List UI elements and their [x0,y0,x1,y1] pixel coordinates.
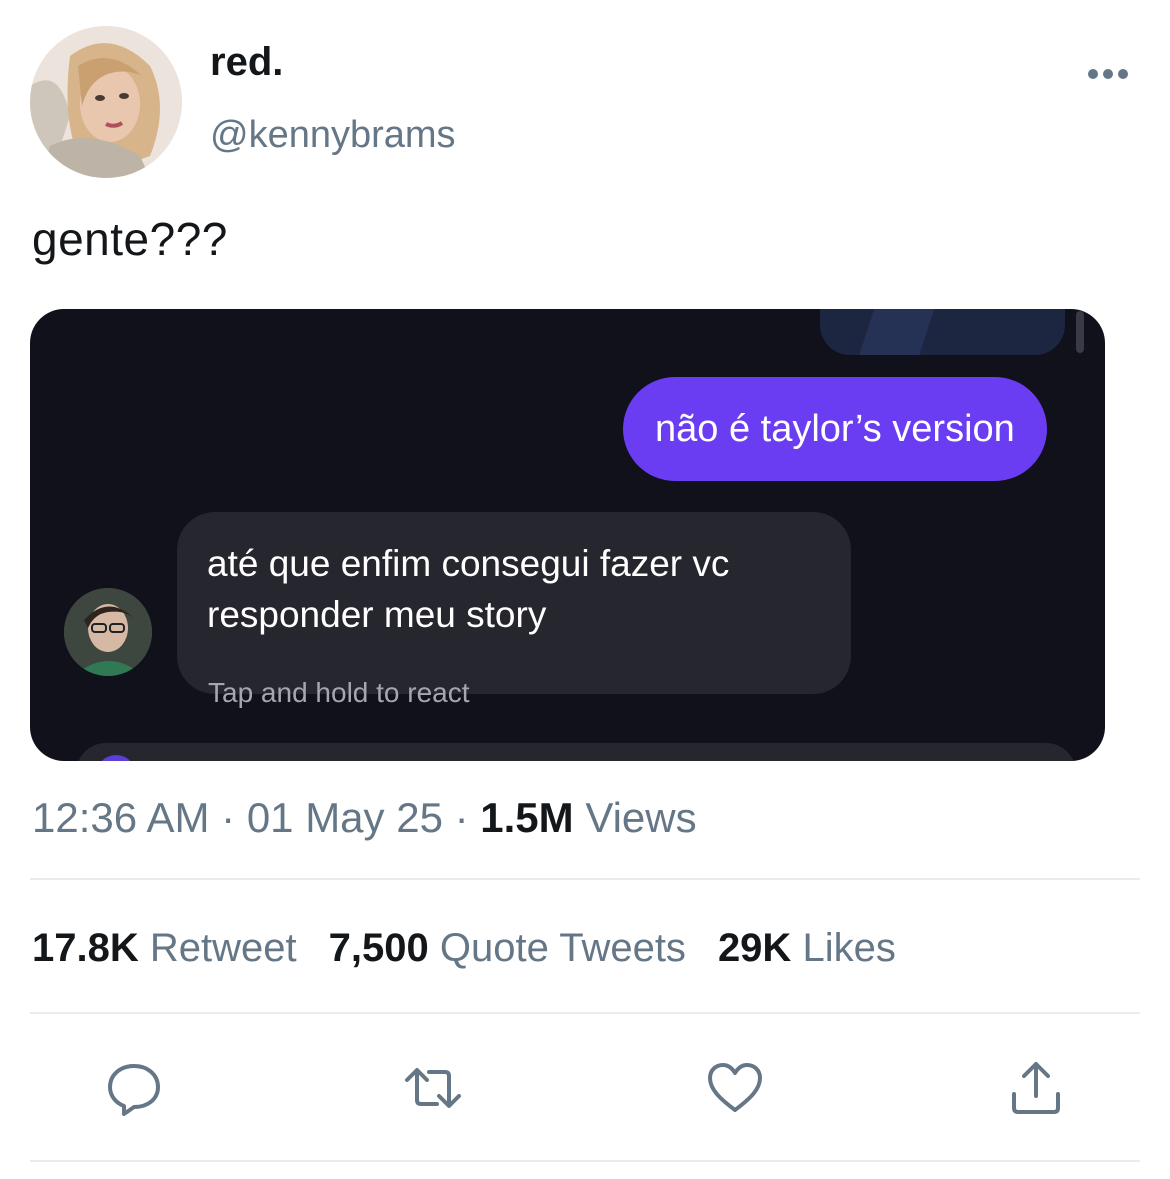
views-count: 1.5M [480,794,574,841]
like-icon [708,1063,762,1112]
shared-story-thumbnail [820,309,1065,355]
divider [30,1160,1140,1162]
sender-avatar [64,588,152,676]
divider [30,878,1140,880]
incoming-message-bubble: até que enfim consegui fazer vc responde… [177,512,851,694]
incoming-message-line: até que enfim consegui fazer vc [207,543,730,584]
quotes-label: Quote Tweets [439,926,686,970]
likes-stat[interactable]: 29K Likes [718,926,896,970]
divider [30,1012,1140,1014]
reply-icon [108,1064,160,1116]
meta-separator: · [454,794,469,841]
tweet-time: 12:36 AM [32,794,210,841]
quotes-stat[interactable]: 7,500 Quote Tweets [329,926,686,970]
retweet-button[interactable] [403,1058,463,1118]
share-icon [1012,1062,1060,1114]
likes-count: 29K [717,926,792,970]
tweet-text: gente??? [32,213,228,265]
tweet-container: red. @kennybrams gente??? não é taylor’s… [0,0,1170,1179]
retweets-label: Retweet [149,926,297,970]
tap-hold-hint: Tap and hold to react [208,677,470,708]
profile-avatar[interactable] [30,26,182,178]
reply-button[interactable] [104,1058,164,1118]
retweet-icon [405,1068,461,1108]
next-message-bubble [76,743,1076,761]
scrollbar [1076,311,1084,353]
tweet-date: 01 May 25 [246,794,443,841]
retweets-stat[interactable]: 17.8K Retweet [32,926,297,970]
share-button[interactable] [1006,1058,1066,1118]
tweet-meta: 12:36 AM · 01 May 25 · 1.5M Views [32,794,697,842]
user-handle[interactable]: @kennybrams [210,114,456,157]
meta-separator: · [221,794,236,841]
more-options-icon[interactable] [1086,64,1130,84]
incoming-message-line: responder meu story [207,594,547,635]
likes-label: Likes [802,926,896,970]
like-button[interactable] [705,1058,765,1118]
views-label: Views [585,794,697,841]
retweets-count: 17.8K [32,926,139,970]
quotes-count: 7,500 [328,926,429,970]
outgoing-message-bubble: não é taylor’s version [623,377,1047,481]
tweet-stats: 17.8K Retweet 7,500 Quote Tweets 29K Likes [32,926,896,971]
tweet-media-image[interactable]: não é taylor’s version até que enfim con… [30,309,1105,761]
display-name[interactable]: red. [210,40,283,85]
